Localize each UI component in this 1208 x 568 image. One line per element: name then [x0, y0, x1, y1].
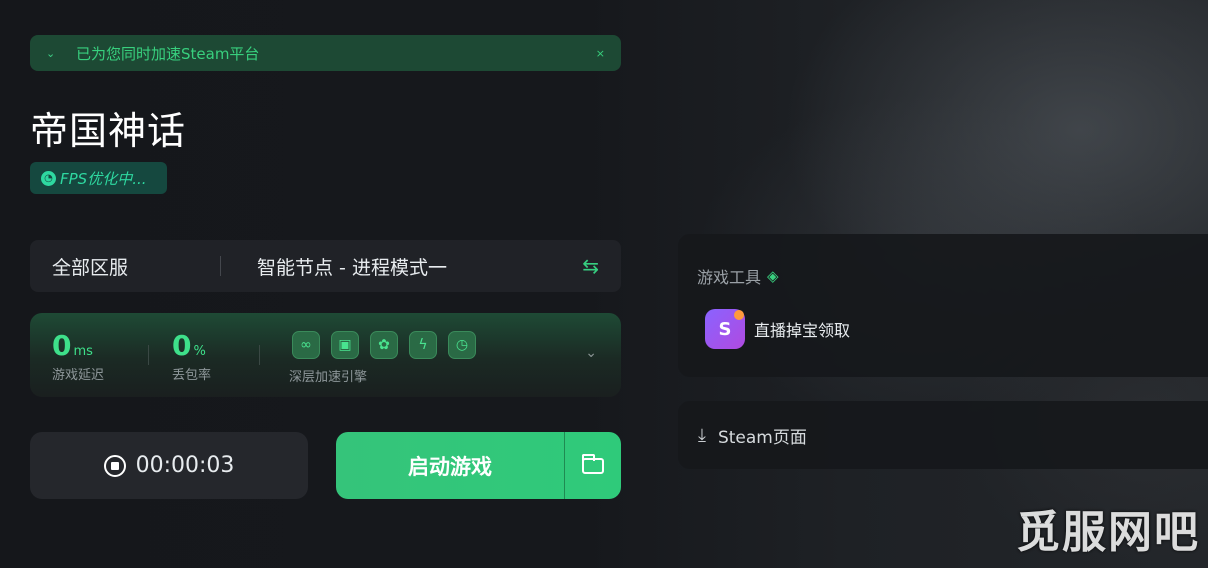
latency-unit: ms — [73, 344, 93, 359]
game-tools-panel: 游戏工具 ◈ S 直播掉宝领取 — [678, 234, 1208, 377]
close-icon[interactable]: × — [596, 47, 605, 60]
network-icon[interactable]: ✿ — [370, 331, 398, 359]
link-icon[interactable]: ∞ — [292, 331, 320, 359]
clock-icon[interactable]: ◷ — [448, 331, 476, 359]
latency-label: 游戏延迟 — [52, 368, 105, 383]
packet-loss-label: 丢包率 — [172, 368, 212, 383]
stop-icon — [103, 454, 126, 477]
divider — [148, 345, 149, 365]
acceleration-stats-panel: 0 ms 游戏延迟 0% 丢包率 ∞ ▣ ✿ ϟ ◷ 深层加速引擎 ⌄ — [30, 313, 621, 397]
fps-badge: ◔ FPS优化中... — [30, 162, 167, 194]
packet-loss-value: 0 — [172, 329, 192, 362]
speedometer-icon: ◔ — [41, 170, 56, 186]
steam-acceleration-banner: ⌄ 已为您同时加速Steam平台 × — [30, 35, 621, 71]
open-folder-button[interactable] — [565, 432, 621, 499]
download-icon: ⤓ — [698, 424, 706, 446]
steam-page-label: Steam页面 — [717, 427, 807, 448]
cube-icon: ◈ — [767, 267, 779, 285]
folder-icon — [582, 453, 604, 474]
engine-icons: ∞ ▣ ✿ ϟ ◷ — [292, 331, 476, 359]
bolt-icon[interactable]: ϟ — [409, 331, 437, 359]
live-drops-app-icon: S — [705, 309, 745, 349]
game-tools-title: 游戏工具 — [697, 268, 762, 287]
region-label[interactable]: 全部区服 — [52, 253, 128, 280]
node-selector[interactable]: 全部区服 智能节点 - 进程模式一 ⇆ — [30, 240, 621, 292]
game-title: 帝国神话 — [30, 109, 187, 153]
fps-badge-label: FPS优化中... — [60, 169, 147, 188]
divider — [259, 345, 260, 365]
banner-text: 已为您同时加速Steam平台 — [76, 44, 260, 63]
steam-page-button[interactable]: ⤓ Steam页面 — [678, 401, 1208, 469]
shield-icon[interactable]: ▣ — [331, 331, 359, 359]
node-mode-label[interactable]: 智能节点 - 进程模式一 — [257, 253, 582, 280]
packet-loss-unit: % — [193, 344, 206, 359]
divider — [220, 256, 222, 276]
live-drops-label[interactable]: 直播掉宝领取 — [754, 317, 850, 341]
packet-loss-stat: 0% 丢包率 — [172, 329, 211, 383]
switch-icon[interactable]: ⇆ — [582, 254, 599, 278]
live-drops-tool[interactable]: S 直播掉宝领取 — [705, 309, 850, 349]
launch-game-button[interactable]: 启动游戏 — [336, 432, 564, 499]
elapsed-time: 00:00:03 — [135, 453, 235, 478]
game-tools-heading: 游戏工具 ◈ — [697, 264, 779, 288]
engine-label: 深层加速引擎 — [289, 370, 368, 385]
latency-value: 0 — [52, 329, 72, 362]
stop-acceleration-button[interactable]: 00:00:03 — [30, 432, 308, 499]
launch-game-group: 启动游戏 — [336, 432, 621, 499]
watermark-logo: 觅服网吧 — [1016, 507, 1200, 558]
latency-stat: 0 ms 游戏延迟 — [52, 329, 104, 383]
chevron-down-icon[interactable]: ⌄ — [585, 345, 597, 361]
collapse-chevron-icon[interactable]: ⌄ — [46, 47, 76, 60]
